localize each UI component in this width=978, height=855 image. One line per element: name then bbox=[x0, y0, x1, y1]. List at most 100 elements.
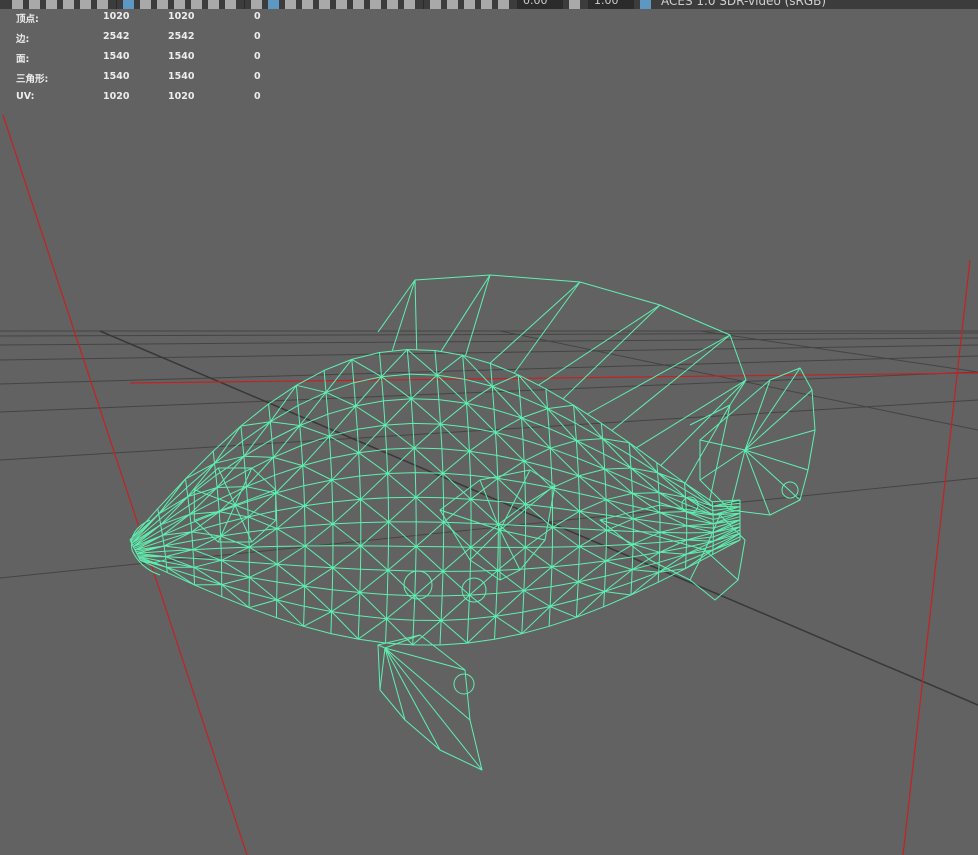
mesh-edge bbox=[275, 492, 305, 507]
gamma-field[interactable]: 1.00 bbox=[588, 0, 634, 9]
mesh-edge bbox=[276, 505, 305, 529]
mesh-edge bbox=[164, 545, 194, 551]
mesh-edge bbox=[605, 492, 633, 501]
mesh-edge bbox=[547, 408, 577, 441]
field-chart-icon[interactable] bbox=[191, 0, 202, 9]
mesh-edge bbox=[443, 521, 472, 548]
hud-value: 0 bbox=[254, 71, 261, 82]
pectoral-fin-edge bbox=[499, 529, 521, 571]
mesh-edge bbox=[413, 423, 441, 449]
mesh-edge bbox=[270, 421, 300, 426]
anti-aliasing-icon[interactable] bbox=[387, 0, 398, 9]
depth-of-field-icon[interactable] bbox=[404, 0, 415, 9]
mesh-edge bbox=[495, 615, 523, 635]
hud-row-vertices: 顶点: 1020 1020 0 bbox=[16, 11, 276, 31]
color-management-icon[interactable] bbox=[640, 0, 651, 9]
select-icon[interactable] bbox=[12, 0, 23, 9]
grid-icon[interactable] bbox=[123, 0, 134, 9]
hud-value: 0 bbox=[254, 51, 261, 62]
mesh-edge bbox=[412, 620, 442, 646]
resolution-gate-icon[interactable] bbox=[157, 0, 168, 9]
hud-value: 0 bbox=[254, 91, 261, 102]
mesh-edge bbox=[547, 404, 574, 410]
dorsal-fin-edge bbox=[440, 274, 491, 352]
mesh-edge bbox=[551, 546, 580, 568]
mesh-edge bbox=[387, 569, 416, 597]
dorsal-fin-edge bbox=[391, 279, 416, 351]
mesh-edge bbox=[329, 435, 359, 454]
mesh-edge bbox=[659, 525, 687, 533]
mesh-edge bbox=[304, 585, 332, 612]
motion-blur-icon[interactable] bbox=[370, 0, 381, 9]
film-gate-icon[interactable] bbox=[140, 0, 151, 9]
mesh-edge bbox=[576, 440, 606, 470]
poly-count-hud: 顶点: 1020 1020 0 边: 2542 2542 0 面: 1540 1… bbox=[16, 11, 276, 111]
safe-title-icon[interactable] bbox=[225, 0, 236, 9]
mesh-edge bbox=[495, 432, 525, 462]
wireframe-icon[interactable] bbox=[251, 0, 262, 9]
hud-value: 1540 bbox=[103, 51, 130, 62]
textured-icon[interactable] bbox=[302, 0, 313, 9]
mesh-edge bbox=[221, 576, 250, 586]
mesh-edge bbox=[358, 452, 388, 474]
mesh-edge bbox=[325, 391, 356, 407]
mesh-edge bbox=[579, 499, 607, 512]
pectoral-fin-edge bbox=[469, 529, 501, 561]
pelvic-fin-edge bbox=[377, 644, 386, 649]
pelvic-fin-edge bbox=[384, 647, 483, 771]
exposure-field[interactable]: 0.00 bbox=[517, 0, 563, 9]
mesh-edge bbox=[219, 511, 249, 518]
light-icon[interactable] bbox=[319, 0, 330, 9]
fish-wireframe-mesh[interactable] bbox=[0, 0, 978, 855]
mesh-edge bbox=[387, 546, 417, 571]
paint-icon[interactable] bbox=[46, 0, 57, 9]
mesh-edge bbox=[632, 543, 660, 553]
hud-label: 顶点: bbox=[16, 14, 39, 25]
mesh-edge bbox=[269, 385, 297, 422]
lasso-icon[interactable] bbox=[29, 0, 40, 9]
pectoral-fin-edge bbox=[499, 529, 546, 541]
joint-gizmo bbox=[781, 481, 799, 499]
mesh-edge bbox=[436, 354, 464, 376]
mesh-edge bbox=[331, 479, 361, 500]
tail-fin-edge bbox=[744, 449, 809, 471]
mesh-edge bbox=[492, 374, 519, 387]
safe-action-icon[interactable] bbox=[208, 0, 219, 9]
mesh-edge bbox=[387, 447, 415, 474]
mesh-edge bbox=[523, 590, 551, 607]
mesh-edge bbox=[296, 384, 327, 393]
xray-joints-icon[interactable] bbox=[464, 0, 475, 9]
mesh-edge bbox=[552, 510, 580, 528]
exposure-icon[interactable] bbox=[498, 0, 509, 9]
mesh-edge bbox=[552, 526, 580, 548]
mesh-edge bbox=[359, 592, 387, 620]
mesh-edge bbox=[573, 404, 603, 439]
ambient-occlusion-icon[interactable] bbox=[353, 0, 364, 9]
move-icon[interactable] bbox=[63, 0, 74, 9]
mesh-edge bbox=[384, 424, 415, 449]
mesh-edge bbox=[331, 592, 361, 613]
mesh-edge bbox=[358, 424, 386, 454]
gate-mask-icon[interactable] bbox=[174, 0, 185, 9]
backface-culling-icon[interactable] bbox=[481, 0, 492, 9]
mesh-edge bbox=[633, 512, 660, 520]
3d-viewport[interactable]: 0.00 1.00 ACES 1.0 SDR-video (sRGB) 顶点: … bbox=[0, 0, 978, 855]
tail-fin-edge bbox=[744, 449, 771, 516]
color-space-label[interactable]: ACES 1.0 SDR-video (sRGB) bbox=[661, 0, 826, 7]
isolate-select-icon[interactable] bbox=[430, 0, 441, 9]
gamma-icon[interactable] bbox=[569, 0, 580, 9]
anal-fin-edge bbox=[704, 549, 739, 581]
wireframe-on-shaded-icon[interactable] bbox=[285, 0, 296, 9]
mesh-edge bbox=[304, 545, 334, 569]
shadow-icon[interactable] bbox=[336, 0, 347, 9]
dorsal-fin-edge bbox=[660, 379, 747, 466]
xray-icon[interactable] bbox=[447, 0, 458, 9]
rotate-icon[interactable] bbox=[80, 0, 91, 9]
shaded-icon[interactable] bbox=[268, 0, 279, 9]
scale-icon[interactable] bbox=[97, 0, 108, 9]
mesh-edge bbox=[332, 567, 361, 593]
mesh-edge bbox=[360, 473, 388, 500]
mesh-edge bbox=[360, 498, 389, 523]
mesh-edge bbox=[276, 528, 306, 547]
mesh-edge bbox=[329, 405, 356, 437]
